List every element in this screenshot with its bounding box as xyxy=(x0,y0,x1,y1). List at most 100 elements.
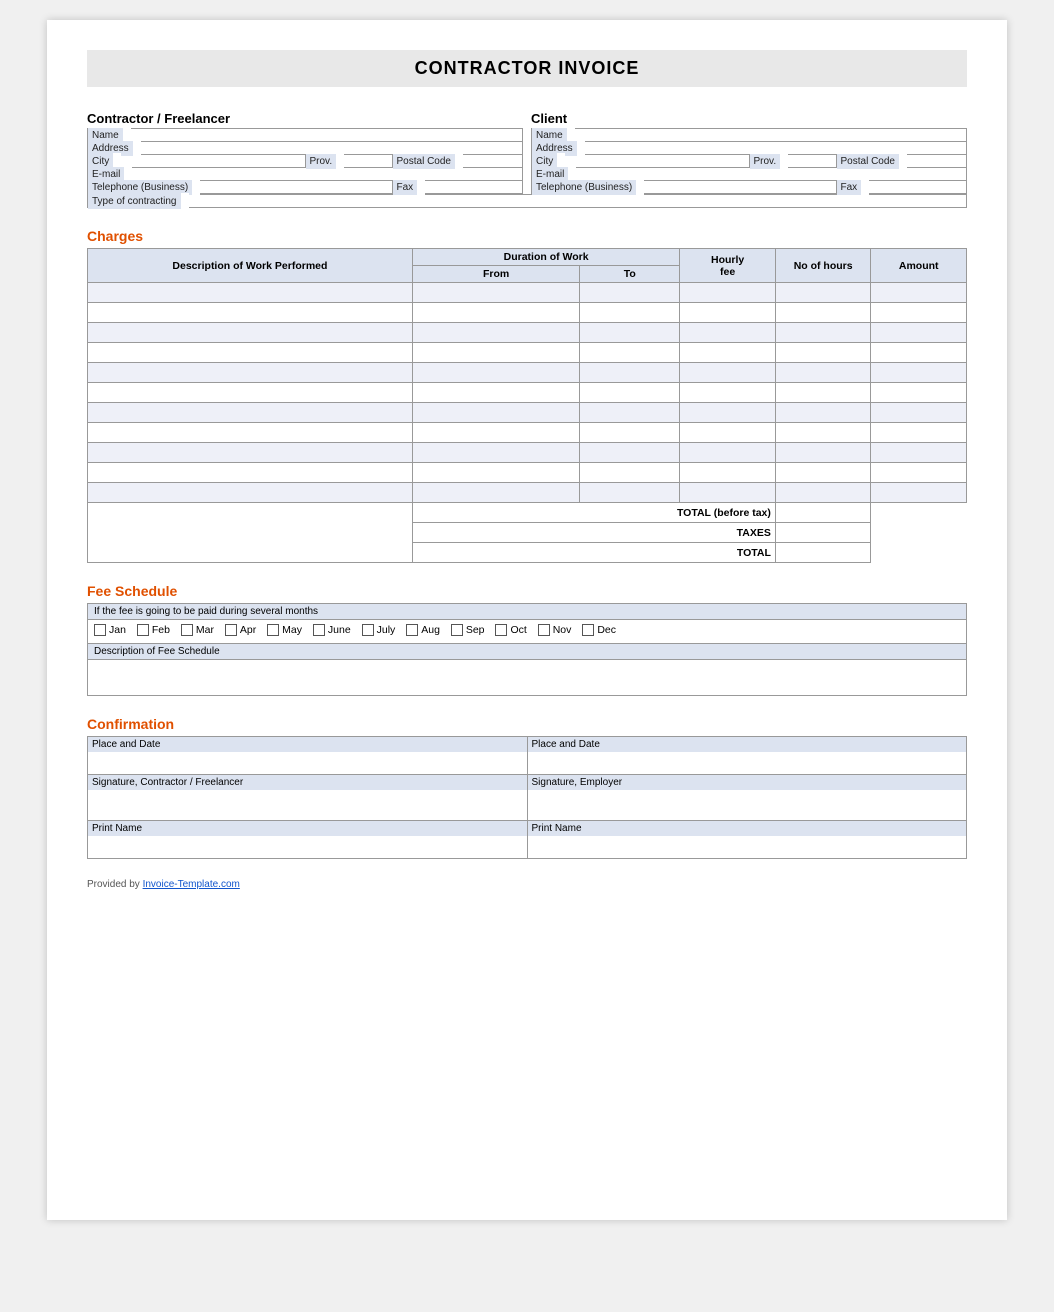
contractor-email-field[interactable]: E-mail xyxy=(88,168,523,181)
month-may: May xyxy=(267,624,302,636)
taxes-value[interactable] xyxy=(775,523,871,543)
aug-checkbox[interactable] xyxy=(406,624,418,636)
contractor-name-field[interactable]: Name xyxy=(88,129,523,142)
place-date-client-field[interactable]: Place and Date xyxy=(527,737,967,775)
charges-table: Description of Work Performed Duration o… xyxy=(87,248,967,563)
client-postal-value[interactable] xyxy=(899,153,907,169)
charges-row xyxy=(88,403,967,423)
sig-contractor-value[interactable] xyxy=(88,790,527,820)
place-date-contractor-value[interactable] xyxy=(88,752,527,774)
type-of-contracting-table: Type of contracting xyxy=(87,194,967,208)
sig-employer-label: Signature, Employer xyxy=(528,775,967,790)
months-row: Jan Feb Mar Apr xyxy=(88,620,967,644)
client-address-value[interactable] xyxy=(577,140,585,156)
sig-employer-field[interactable]: Signature, Employer xyxy=(527,775,967,821)
month-dec: Dec xyxy=(582,624,616,636)
contractor-address-value[interactable] xyxy=(133,140,141,156)
fee-info-text: If the fee is going to be paid during se… xyxy=(88,604,967,620)
sep-label: Sep xyxy=(466,624,485,636)
contractor-fax-field[interactable]: Fax xyxy=(392,181,523,194)
footer-link[interactable]: Invoice-Template.com xyxy=(143,879,240,890)
fee-desc-value-row xyxy=(88,660,967,696)
fee-desc-value[interactable] xyxy=(88,660,967,696)
month-sep: Sep xyxy=(451,624,485,636)
print-name-contractor-field[interactable]: Print Name xyxy=(88,821,528,859)
june-checkbox[interactable] xyxy=(313,624,325,636)
invoice-page: CONTRACTOR INVOICE Contractor / Freelanc… xyxy=(47,20,1007,1220)
contractor-postal-label: Postal Code xyxy=(393,154,455,169)
charges-row xyxy=(88,363,967,383)
feb-checkbox[interactable] xyxy=(137,624,149,636)
print-name-contractor-label: Print Name xyxy=(88,821,527,836)
fee-schedule-header: Fee Schedule xyxy=(87,583,967,599)
charges-row xyxy=(88,463,967,483)
client-fax-label: Fax xyxy=(837,180,862,195)
fee-desc-label-row: Description of Fee Schedule xyxy=(88,644,967,660)
sig-contractor-field[interactable]: Signature, Contractor / Freelancer xyxy=(88,775,528,821)
contractor-prov-value[interactable] xyxy=(336,153,344,169)
print-name-client-field[interactable]: Print Name xyxy=(527,821,967,859)
client-prov-field[interactable]: Prov. xyxy=(749,155,836,168)
nov-checkbox[interactable] xyxy=(538,624,550,636)
client-tel-value[interactable] xyxy=(636,179,644,195)
type-contracting-value[interactable] xyxy=(181,193,189,209)
total-before-tax-row: TOTAL (before tax) xyxy=(88,503,967,523)
fee-schedule-section: Fee Schedule If the fee is going to be p… xyxy=(87,583,967,696)
contractor-postal-field[interactable]: Postal Code xyxy=(392,155,523,168)
col-to: To xyxy=(580,266,680,283)
contractor-tel-field[interactable]: Telephone (Business) xyxy=(88,181,393,194)
total-value[interactable] xyxy=(775,543,871,563)
mar-checkbox[interactable] xyxy=(181,624,193,636)
dec-checkbox[interactable] xyxy=(582,624,594,636)
charges-row xyxy=(88,423,967,443)
place-date-client-value[interactable] xyxy=(528,752,967,774)
col-from: From xyxy=(412,266,579,283)
client-postal-field[interactable]: Postal Code xyxy=(836,155,967,168)
type-contracting-field[interactable]: Type of contracting xyxy=(88,195,967,208)
client-fax-field[interactable]: Fax xyxy=(836,181,967,194)
place-date-client-label: Place and Date xyxy=(528,737,967,752)
contractor-fax-value[interactable] xyxy=(417,179,425,195)
fee-schedule-table: If the fee is going to be paid during se… xyxy=(87,603,967,696)
sig-employer-value[interactable] xyxy=(528,790,967,820)
client-fax-value[interactable] xyxy=(861,179,869,195)
client-tel-label: Telephone (Business) xyxy=(532,180,636,195)
col-no-hours: No of hours xyxy=(775,249,871,283)
charges-row xyxy=(88,383,967,403)
taxes-label: TAXES xyxy=(412,523,775,543)
client-prov-value[interactable] xyxy=(780,153,788,169)
confirmation-header: Confirmation xyxy=(87,716,967,732)
may-checkbox[interactable] xyxy=(267,624,279,636)
client-header: Client xyxy=(531,111,967,126)
client-name-field[interactable]: Name xyxy=(532,129,967,142)
sep-checkbox[interactable] xyxy=(451,624,463,636)
contractor-postal-value[interactable] xyxy=(455,153,463,169)
client-email-field[interactable]: E-mail xyxy=(532,168,967,181)
col-duration: Duration of Work xyxy=(412,249,680,266)
contractor-tel-value[interactable] xyxy=(192,179,200,195)
total-before-tax-value[interactable] xyxy=(775,503,871,523)
contractor-city-field[interactable]: City xyxy=(88,155,306,168)
oct-label: Oct xyxy=(510,624,526,636)
oct-checkbox[interactable] xyxy=(495,624,507,636)
july-checkbox[interactable] xyxy=(362,624,374,636)
client-tel-field[interactable]: Telephone (Business) xyxy=(532,181,837,194)
col-amount: Amount xyxy=(871,249,967,283)
jan-label: Jan xyxy=(109,624,126,636)
mar-label: Mar xyxy=(196,624,214,636)
contractor-col: Contractor / Freelancer Name Address xyxy=(87,111,523,194)
print-name-client-value[interactable] xyxy=(528,836,967,858)
jan-checkbox[interactable] xyxy=(94,624,106,636)
print-name-contractor-value[interactable] xyxy=(88,836,527,858)
charges-row xyxy=(88,303,967,323)
client-city-field[interactable]: City xyxy=(532,155,750,168)
page-title: CONTRACTOR INVOICE xyxy=(87,50,967,87)
confirmation-table: Place and Date Place and Date Signature,… xyxy=(87,736,967,859)
print-name-row: Print Name Print Name xyxy=(88,821,967,859)
charges-row xyxy=(88,483,967,503)
place-date-contractor-field[interactable]: Place and Date xyxy=(88,737,528,775)
charges-header: Charges xyxy=(87,228,967,244)
confirmation-section: Confirmation Place and Date Place and Da… xyxy=(87,716,967,859)
contractor-prov-field[interactable]: Prov. xyxy=(305,155,392,168)
apr-checkbox[interactable] xyxy=(225,624,237,636)
